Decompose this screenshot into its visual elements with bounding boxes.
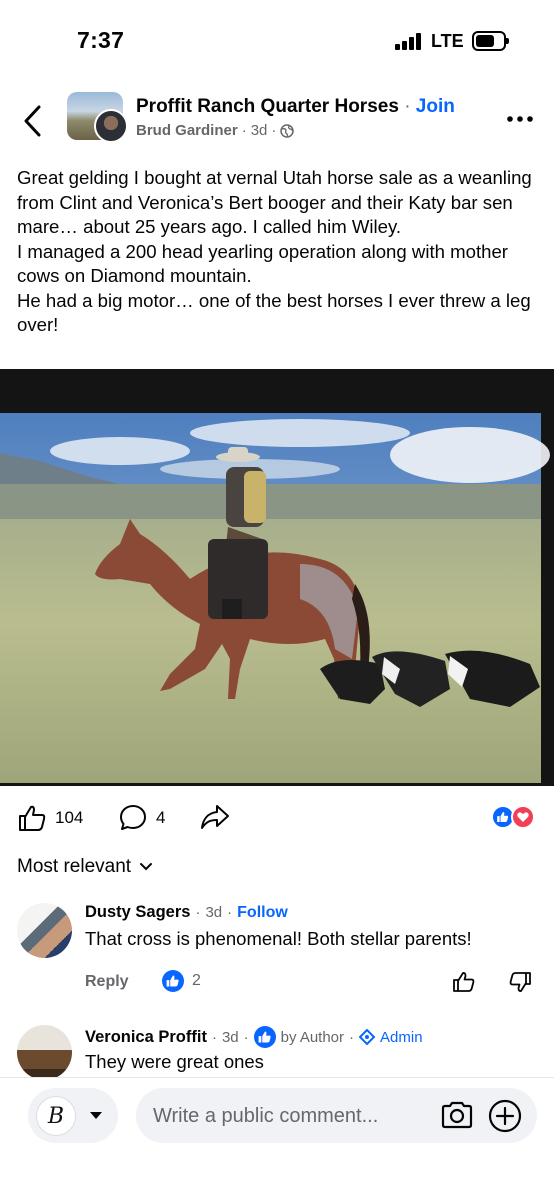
author-avatar[interactable]	[94, 109, 128, 143]
admin-shield-icon	[359, 1029, 376, 1045]
network-type: LTE	[431, 31, 464, 51]
commenter-avatar[interactable]	[17, 1025, 72, 1080]
thumbs-down-icon[interactable]	[508, 970, 532, 994]
follow-button[interactable]: Follow	[237, 904, 288, 922]
like-button[interactable]: 104	[17, 803, 83, 833]
comment-count: 4	[156, 808, 166, 827]
commenter-avatar[interactable]	[17, 903, 72, 958]
comment-text: That cross is phenomenal! Both stellar p…	[85, 928, 472, 949]
group-name-link[interactable]: Proffit Ranch Quarter Horses	[136, 96, 399, 117]
share-arrow-icon[interactable]	[199, 802, 231, 832]
separator: ·	[195, 904, 201, 921]
chevron-down-icon	[140, 863, 153, 871]
status-time: 7:37	[77, 27, 125, 53]
caret-down-icon	[90, 1112, 102, 1119]
post-photo[interactable]	[0, 369, 554, 786]
camera-icon[interactable]	[440, 1100, 474, 1130]
add-circle-icon[interactable]	[488, 1099, 522, 1133]
comment-composer: B Write a public comment...	[0, 1078, 554, 1200]
more-options-icon[interactable]	[505, 113, 535, 125]
admin-label: Admin	[380, 1028, 423, 1046]
separator: ·	[243, 1028, 249, 1046]
separator: ·	[404, 96, 411, 117]
back-arrow-icon[interactable]	[20, 103, 46, 139]
status-bar: 7:37 LTE	[0, 0, 554, 80]
horse-and-rider-photo	[0, 369, 554, 786]
comment-bubble-icon	[120, 805, 146, 830]
thumbs-up-icon[interactable]	[452, 970, 476, 994]
separator: ·	[271, 122, 277, 139]
reactions-bar: 104 4	[0, 796, 554, 840]
comment-like-count: 2	[192, 972, 201, 989]
like-count: 104	[55, 808, 84, 827]
commenter-name[interactable]: Veronica Proffit	[85, 1028, 207, 1047]
reply-button[interactable]: Reply	[85, 973, 129, 991]
comment-age[interactable]: 3d	[222, 1029, 239, 1046]
battery-icon	[472, 31, 509, 51]
author-badge-icon	[253, 1026, 276, 1048]
commenter-name[interactable]: Dusty Sagers	[85, 903, 190, 922]
post-age[interactable]: 3d	[251, 122, 268, 139]
separator: ·	[349, 1028, 355, 1046]
like-reaction-icon	[162, 970, 184, 992]
post-text: Great gelding I bought at vernal Utah ho…	[17, 167, 532, 335]
persona-switcher[interactable]: B	[28, 1088, 118, 1143]
cellular-signal-icon	[395, 33, 423, 50]
comment-age[interactable]: 3d	[205, 904, 222, 921]
love-reaction-icon	[511, 805, 535, 829]
author-label: by Author	[280, 1028, 345, 1046]
comment-input[interactable]	[136, 1088, 537, 1143]
persona-avatar: B	[36, 1096, 76, 1136]
group-title-line: Proffit Ranch Quarter Horses · Join	[136, 96, 455, 118]
sort-label: Most relevant	[17, 856, 132, 877]
comment-reaction-count[interactable]: 2	[162, 970, 201, 992]
comment-button[interactable]: 4	[118, 803, 165, 833]
post-meta: Brud Gardiner · 3d ·	[136, 122, 295, 139]
separator: ·	[241, 122, 247, 139]
separator: ·	[227, 904, 233, 921]
post-author-link[interactable]: Brud Gardiner	[136, 122, 238, 139]
reaction-summary[interactable]	[491, 805, 539, 829]
separator: ·	[211, 1028, 217, 1046]
globe-icon	[280, 123, 295, 138]
comment-header: Dusty Sagers · 3d · Follow	[85, 903, 288, 922]
comment-header: Veronica Proffit · 3d · by Author · Admi…	[85, 1026, 423, 1048]
thumbs-up-icon	[19, 805, 46, 831]
comment-text: They were great ones	[85, 1051, 264, 1072]
join-button[interactable]: Join	[416, 96, 455, 117]
comment-sort-dropdown[interactable]: Most relevant	[17, 856, 153, 878]
